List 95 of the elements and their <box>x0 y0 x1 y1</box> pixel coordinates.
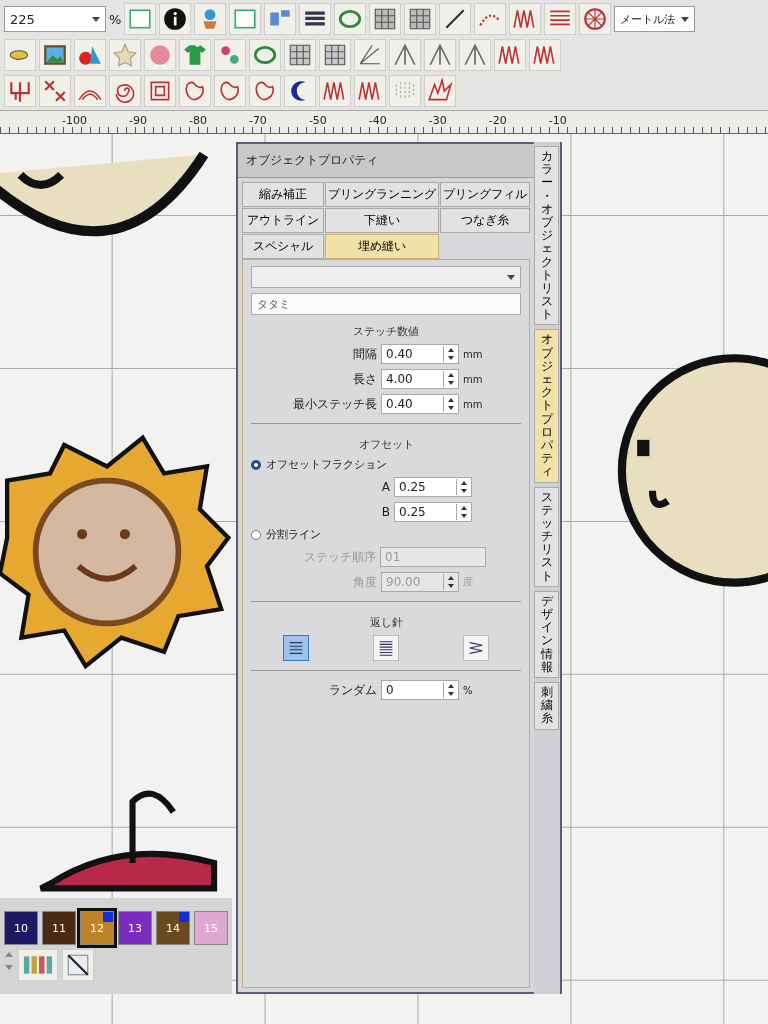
ruler-label: -50 <box>306 114 329 127</box>
ruler-label: -40 <box>366 114 389 127</box>
stripes-icon[interactable] <box>299 3 332 35</box>
property-tab[interactable]: 縮み補正 <box>242 182 324 207</box>
section-heading: 返し針 <box>368 615 404 630</box>
arcs-icon[interactable] <box>74 75 106 107</box>
side-tab[interactable]: オブジェクトプロパティ <box>534 329 559 483</box>
field-label: A <box>380 480 390 494</box>
wheel-icon[interactable] <box>579 3 612 35</box>
unit-label: mm <box>463 373 484 385</box>
balls-icon[interactable] <box>214 39 246 71</box>
zoom-field[interactable]: 225 <box>4 6 106 32</box>
number-field[interactable]: 0.40 <box>381 394 459 414</box>
grid-icon[interactable] <box>404 3 437 35</box>
field-label: 角度 <box>352 573 377 591</box>
thread-color-swatch[interactable]: 13 <box>118 911 152 945</box>
cross-stitch-icon[interactable] <box>39 75 71 107</box>
property-tab[interactable]: 埋め縫い <box>324 234 439 259</box>
spiral-icon[interactable] <box>109 75 141 107</box>
field-label: ステッチ順序 <box>303 548 376 566</box>
grid-icon[interactable] <box>319 39 351 71</box>
radio-option[interactable]: 分割ライン <box>251 527 521 542</box>
picture-icon[interactable] <box>39 39 71 71</box>
number-field[interactable]: 0.25 <box>394 477 472 497</box>
fan-icon[interactable] <box>354 39 386 71</box>
property-tab[interactable]: アウトライン <box>242 208 324 233</box>
zigzag-icon[interactable] <box>494 39 526 71</box>
grid-icon[interactable] <box>284 39 316 71</box>
property-tab[interactable]: プリングランニング <box>324 182 439 207</box>
burst-icon[interactable] <box>424 75 456 107</box>
side-tab[interactable]: デザイン情報 <box>534 590 559 678</box>
blob-icon[interactable] <box>249 75 281 107</box>
dotted-path-icon[interactable] <box>389 75 421 107</box>
ruler-label: -90 <box>126 114 149 127</box>
zigzag-icon[interactable] <box>319 75 351 107</box>
unit-label: mm <box>463 398 484 410</box>
caret-icon[interactable] <box>92 16 100 22</box>
side-tab[interactable]: 刺繍糸 <box>534 681 559 730</box>
fork-icon[interactable] <box>4 75 36 107</box>
unit-label: mm <box>463 348 484 360</box>
side-tab[interactable]: カラー・オブジェクトリスト <box>534 146 559 326</box>
zoom-unit: % <box>109 11 122 27</box>
ruler-label: -100 <box>60 114 89 127</box>
hoop-icon[interactable] <box>334 3 367 35</box>
ruler-label: -80 <box>186 114 209 127</box>
unit-label: 度 <box>463 575 474 589</box>
peak-icon[interactable] <box>424 39 456 71</box>
lines-icon[interactable] <box>544 3 577 35</box>
ruler-label: -70 <box>246 114 269 127</box>
ruler-label: -10 <box>546 114 569 127</box>
peak-icon[interactable] <box>459 39 491 71</box>
number-field[interactable]: 4.00 <box>381 369 459 389</box>
field-label: ランダム <box>328 681 377 699</box>
ruler-label: -20 <box>486 114 509 127</box>
blob-icon[interactable] <box>179 75 211 107</box>
square-spiral-icon[interactable] <box>144 75 176 107</box>
field-label: 最小ステッチ長 <box>292 395 377 413</box>
grid-icon[interactable] <box>369 3 402 35</box>
dotted-path-icon[interactable] <box>474 3 507 35</box>
thread-color-swatch[interactable]: 14 <box>156 911 190 945</box>
units-dropdown[interactable]: メートル法 <box>614 6 696 32</box>
crescent-icon[interactable] <box>284 75 316 107</box>
field-label: 間隔 <box>352 345 377 363</box>
panel-title: オブジェクトプロパティ <box>238 144 534 178</box>
section-heading: オフセット <box>357 437 415 452</box>
fish-icon[interactable] <box>4 39 36 71</box>
number-field[interactable]: 0.25 <box>394 502 472 522</box>
blob-icon[interactable] <box>214 75 246 107</box>
hoop-icon[interactable] <box>249 39 281 71</box>
info-icon[interactable] <box>159 3 192 35</box>
field-label: B <box>380 505 390 519</box>
number-field[interactable]: 0.40 <box>381 344 459 364</box>
side-tab[interactable]: ステッチリスト <box>534 486 559 587</box>
unit-label: % <box>463 684 474 696</box>
caret-icon[interactable] <box>507 274 515 280</box>
ruler-label: -30 <box>426 114 449 127</box>
zigzag-icon[interactable] <box>354 75 386 107</box>
number-field[interactable]: 0 <box>381 680 459 700</box>
field-label: 長さ <box>352 370 377 388</box>
shapes-icon[interactable] <box>74 39 106 71</box>
fill-type-field[interactable]: タタミ <box>251 293 521 315</box>
zigzag-icon[interactable] <box>509 3 542 35</box>
thread-color-swatch[interactable]: 10 <box>4 911 38 945</box>
property-tab[interactable]: プリングフィル <box>439 182 530 207</box>
peak-icon[interactable] <box>389 39 421 71</box>
caret-icon[interactable] <box>681 16 690 22</box>
zigzag-icon[interactable] <box>529 39 561 71</box>
document-icon[interactable] <box>229 3 262 35</box>
section-heading: ステッチ数値 <box>352 324 420 339</box>
radio-option[interactable]: オフセットフラクション <box>251 457 521 472</box>
property-tab[interactable]: つなぎ糸 <box>439 208 530 233</box>
property-tab[interactable]: スペシャル <box>242 234 324 259</box>
property-tab[interactable]: 下縫い <box>324 208 439 233</box>
thread-color-swatch[interactable]: 11 <box>42 911 76 945</box>
thread-spools-icon[interactable] <box>18 949 58 981</box>
